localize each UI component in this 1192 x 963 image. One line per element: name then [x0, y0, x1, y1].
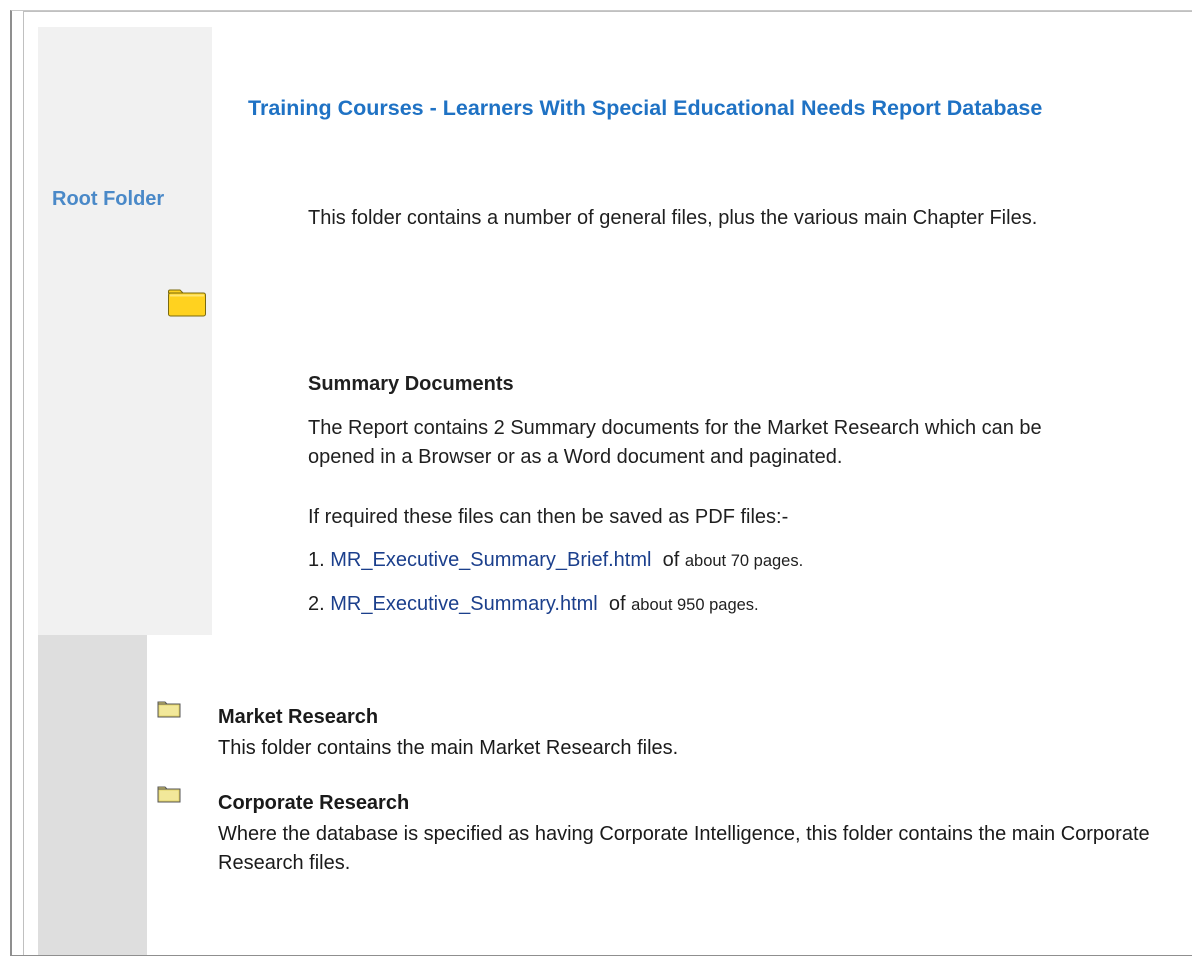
- root-folder-label: Root Folder: [52, 188, 165, 210]
- page-count: about 950 pages.: [631, 596, 759, 614]
- summary-brief-link[interactable]: MR_Executive_Summary_Brief.html: [330, 549, 651, 571]
- summary-full-link[interactable]: MR_Executive_Summary.html: [330, 593, 597, 615]
- lower-sidebar: [38, 635, 147, 955]
- document-item: 1. MR_Executive_Summary_Brief.html of ab…: [308, 546, 803, 576]
- market-research-description: This folder contains the main Market Res…: [218, 737, 679, 759]
- corporate-research-title[interactable]: Corporate Research: [218, 792, 409, 815]
- page-title: Training Courses - Learners With Special…: [248, 96, 1043, 120]
- document-number: 1.: [308, 549, 325, 571]
- root-folder-icon[interactable]: [167, 288, 207, 318]
- document-item: 2. MR_Executive_Summary.html of about 95…: [308, 590, 759, 620]
- corporate-research-description: Where the database is specified as havin…: [218, 823, 1150, 874]
- summary-description: The Report contains 2 Summary documents …: [308, 417, 1042, 468]
- of-text: of: [662, 549, 680, 571]
- summary-heading: Summary Documents: [308, 373, 514, 395]
- root-sidebar: [38, 27, 212, 635]
- market-research-folder-icon[interactable]: [157, 700, 181, 718]
- pdf-note: If required these files can then be save…: [308, 506, 789, 528]
- corporate-research-folder-icon[interactable]: [157, 785, 181, 803]
- of-text: of: [608, 593, 626, 615]
- document-number: 2.: [308, 593, 325, 615]
- market-research-title[interactable]: Market Research: [218, 706, 378, 729]
- page-count: about 70 pages.: [684, 552, 804, 570]
- root-description: This folder contains a number of general…: [308, 207, 1038, 229]
